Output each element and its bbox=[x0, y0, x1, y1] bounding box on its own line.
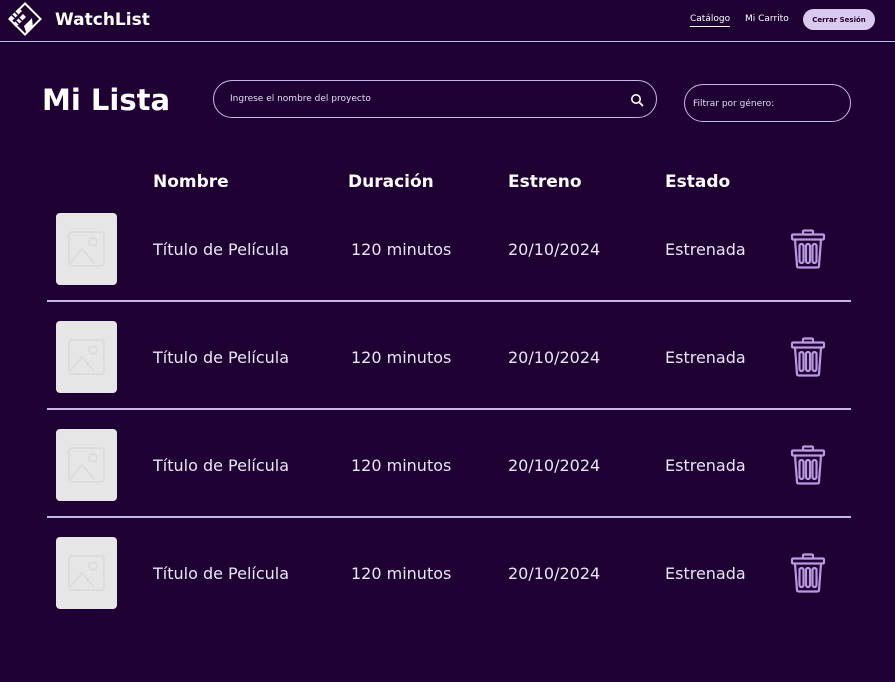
movie-thumbnail bbox=[56, 213, 117, 285]
movie-release-date: 20/10/2024 bbox=[508, 456, 601, 475]
column-header-nombre: Nombre bbox=[153, 172, 229, 192]
trash-icon[interactable] bbox=[790, 553, 826, 593]
movie-thumbnail bbox=[56, 321, 117, 393]
movie-duration: 120 minutos bbox=[351, 348, 452, 367]
movie-duration: 120 minutos bbox=[351, 564, 452, 583]
clapperboard-icon[interactable] bbox=[6, 2, 44, 38]
movie-release-date: 20/10/2024 bbox=[508, 240, 601, 259]
movie-status: Estrenada bbox=[665, 564, 746, 583]
row-divider bbox=[47, 408, 851, 410]
image-placeholder-icon bbox=[68, 447, 105, 483]
table-row: Título de Película 120 minutos 20/10/202… bbox=[0, 429, 895, 537]
column-header-estado: Estado bbox=[665, 172, 731, 192]
movie-status: Estrenada bbox=[665, 456, 746, 475]
brand-name[interactable]: WatchList bbox=[55, 10, 150, 30]
top-navbar: WatchList Catálogo Mi Carrito Cerrar Ses… bbox=[0, 0, 895, 42]
image-placeholder-icon bbox=[68, 231, 105, 267]
search-placeholder: Ingrese el nombre del proyecto bbox=[230, 94, 371, 104]
movie-duration: 120 minutos bbox=[351, 240, 452, 259]
movie-status: Estrenada bbox=[665, 348, 746, 367]
table-row: Título de Película 120 minutos 20/10/202… bbox=[0, 537, 895, 645]
column-header-estreno: Estreno bbox=[508, 172, 582, 192]
movie-release-date: 20/10/2024 bbox=[508, 348, 601, 367]
movie-thumbnail bbox=[56, 537, 117, 609]
genre-filter-select[interactable]: Filtrar por género: bbox=[684, 84, 851, 122]
table-row: Título de Película 120 minutos 20/10/202… bbox=[0, 213, 895, 321]
page-title: Mi Lista bbox=[42, 83, 171, 117]
trash-icon[interactable] bbox=[790, 337, 826, 377]
movie-title: Título de Película bbox=[153, 348, 290, 367]
movie-duration: 120 minutos bbox=[351, 456, 452, 475]
image-placeholder-icon bbox=[68, 555, 105, 591]
row-divider bbox=[47, 516, 851, 518]
trash-icon[interactable] bbox=[790, 229, 826, 269]
search-icon[interactable] bbox=[630, 93, 644, 107]
movie-release-date: 20/10/2024 bbox=[508, 564, 601, 583]
search-input[interactable]: Ingrese el nombre del proyecto bbox=[213, 80, 657, 118]
logout-button[interactable]: Cerrar Sesión bbox=[803, 9, 875, 30]
movie-thumbnail bbox=[56, 429, 117, 501]
movie-title: Título de Película bbox=[153, 564, 290, 583]
movie-title: Título de Película bbox=[153, 240, 290, 259]
row-divider bbox=[47, 300, 851, 302]
genre-filter-label: Filtrar por género: bbox=[693, 99, 775, 109]
column-header-duracion: Duración bbox=[348, 172, 434, 192]
trash-icon[interactable] bbox=[790, 445, 826, 485]
movie-status: Estrenada bbox=[665, 240, 746, 259]
image-placeholder-icon bbox=[68, 339, 105, 375]
movie-title: Título de Película bbox=[153, 456, 290, 475]
nav-catalogo[interactable]: Catálogo bbox=[690, 14, 731, 27]
table-row: Título de Película 120 minutos 20/10/202… bbox=[0, 321, 895, 429]
nav-mi-carrito[interactable]: Mi Carrito bbox=[745, 14, 789, 24]
